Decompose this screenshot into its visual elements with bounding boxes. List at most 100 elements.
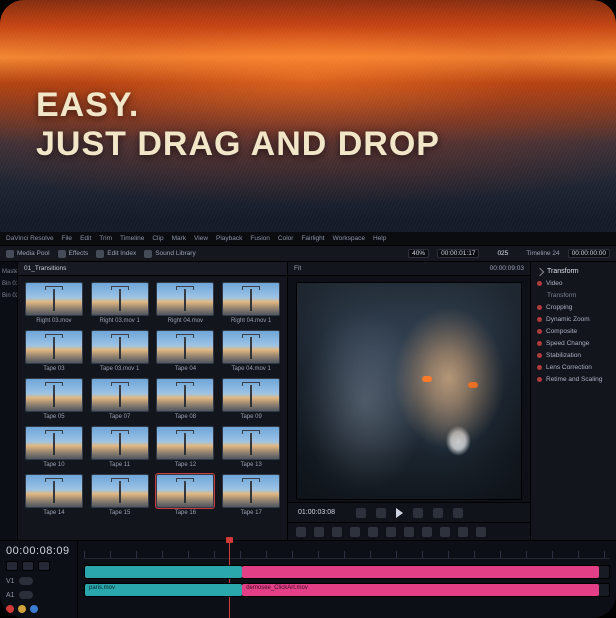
bin-master[interactable]: Master <box>0 266 17 278</box>
inspector-item-stabilize[interactable]: Stabilization <box>537 352 610 359</box>
media-thumbnail[interactable]: Tape 04 <box>156 330 216 372</box>
inspector-item-video[interactable]: Video <box>537 280 610 287</box>
media-thumbnail[interactable]: Right 03.mov <box>24 282 84 324</box>
edit-index-toggle[interactable]: Edit Index <box>96 250 136 258</box>
menu-edit[interactable]: Edit <box>80 235 91 242</box>
effects-toggle[interactable]: Effects <box>58 250 89 258</box>
media-thumbnail[interactable]: Right 04.mov 1 <box>221 282 281 324</box>
clip-video-b[interactable] <box>242 566 598 578</box>
thumbnail-label: Tape 04.mov 1 <box>231 366 270 372</box>
inspector-item-lens[interactable]: Lens Correction <box>537 364 610 371</box>
snap-tool-icon[interactable] <box>458 527 468 537</box>
video-track-1[interactable] <box>84 565 610 579</box>
media-thumbnail[interactable]: Tape 07 <box>90 378 150 420</box>
insert-tool-icon[interactable] <box>350 527 360 537</box>
timeline-name-dropdown[interactable]: Timeline 24 <box>526 250 559 257</box>
timeline-tracks-area[interactable]: paris.mov demosee_ClickArt.mov <box>78 541 616 618</box>
media-thumbnail[interactable]: Tape 15 <box>90 474 150 516</box>
step-back-button[interactable] <box>376 508 386 518</box>
media-thumbnail[interactable]: Tape 09 <box>221 378 281 420</box>
promo-card: EASY. JUST DRAG AND DROP DaVinci Resolve… <box>0 0 616 618</box>
sound-library-toggle[interactable]: Sound Library <box>144 250 195 258</box>
inspector-item-composite[interactable]: Composite <box>537 328 610 335</box>
thumbnail-label: Tape 04 <box>175 366 196 372</box>
track-a1-label[interactable]: A1 <box>6 592 15 599</box>
solo-dot-icon[interactable] <box>18 605 26 613</box>
zoom-percentage[interactable]: 40% <box>408 249 429 258</box>
menu-app[interactable]: DaVinci Resolve <box>6 235 54 242</box>
select-dot-icon[interactable] <box>30 605 38 613</box>
track-mute-toggle[interactable] <box>19 591 33 599</box>
menu-file[interactable]: File <box>62 235 72 242</box>
media-thumbnail[interactable]: Tape 05 <box>24 378 84 420</box>
keyframe-dot-icon <box>537 365 542 370</box>
menu-workspace[interactable]: Workspace <box>333 235 365 242</box>
trim-tool-icon[interactable] <box>314 527 324 537</box>
media-pool-toggle[interactable]: Media Pool <box>6 250 50 258</box>
play-button[interactable] <box>396 508 403 518</box>
media-thumbnail[interactable]: Tape 16 <box>156 474 216 516</box>
inspector-item-retime[interactable]: Retime and Scaling <box>537 376 610 383</box>
thumbnail-label: Tape 09 <box>240 414 261 420</box>
menu-mark[interactable]: Mark <box>172 235 186 242</box>
viewer-fit-label[interactable]: Fit <box>294 265 301 272</box>
menu-timeline[interactable]: Timeline <box>120 235 144 242</box>
clip-audio-b[interactable]: demosee_ClickArt.mov <box>242 584 598 596</box>
menu-fusion[interactable]: Fusion <box>250 235 270 242</box>
track-enable-toggle[interactable] <box>19 577 33 585</box>
track-v1-label[interactable]: V1 <box>6 578 15 585</box>
inspector-item-dynamic-zoom[interactable]: Dynamic Zoom <box>537 316 610 323</box>
media-thumbnail[interactable]: Tape 10 <box>24 426 84 468</box>
menu-fairlight[interactable]: Fairlight <box>301 235 324 242</box>
blade-tool-icon[interactable] <box>332 527 342 537</box>
link-tool-icon[interactable] <box>404 527 414 537</box>
inspector-header[interactable]: Transform <box>537 268 610 275</box>
media-thumbnail[interactable]: Tape 08 <box>156 378 216 420</box>
inspector-item-speed[interactable]: Speed Change <box>537 340 610 347</box>
media-thumbnail[interactable]: Tape 13 <box>221 426 281 468</box>
track-lock-icon[interactable] <box>22 561 34 571</box>
flag-tool-icon[interactable] <box>440 527 450 537</box>
thumbnail-label: Tape 08 <box>175 414 196 420</box>
keyframe-dot-icon <box>537 281 542 286</box>
media-thumbnail[interactable]: Tape 03.mov 1 <box>90 330 150 372</box>
replace-tool-icon[interactable] <box>386 527 396 537</box>
zoom-tool-icon[interactable] <box>476 527 486 537</box>
step-fwd-button[interactable] <box>413 508 423 518</box>
pointer-tool-icon[interactable] <box>296 527 306 537</box>
timeline-ruler[interactable] <box>84 551 610 559</box>
menu-help[interactable]: Help <box>373 235 386 242</box>
program-monitor[interactable] <box>296 282 522 500</box>
media-thumbnail[interactable]: Tape 14 <box>24 474 84 516</box>
media-thumbnail[interactable]: Tape 04.mov 1 <box>221 330 281 372</box>
menu-playback[interactable]: Playback <box>216 235 242 242</box>
media-thumbnail[interactable]: Tape 12 <box>156 426 216 468</box>
menu-view[interactable]: View <box>194 235 208 242</box>
bin-2[interactable]: Bin 02 <box>0 290 17 302</box>
media-thumbnail[interactable]: Tape 11 <box>90 426 150 468</box>
keyframe-dot-icon <box>537 341 542 346</box>
media-thumbnail[interactable]: Right 04.mov <box>156 282 216 324</box>
media-thumbnail[interactable]: Right 03.mov 1 <box>90 282 150 324</box>
menu-color[interactable]: Color <box>278 235 294 242</box>
inspector-item-transform[interactable]: Transform <box>547 292 610 299</box>
inspector-item-cropping[interactable]: Cropping <box>537 304 610 311</box>
overwrite-tool-icon[interactable] <box>368 527 378 537</box>
go-start-button[interactable] <box>356 508 366 518</box>
menu-clip[interactable]: Clip <box>152 235 163 242</box>
clip-video-a[interactable] <box>85 566 242 578</box>
loop-button[interactable] <box>453 508 463 518</box>
track-auto-icon[interactable] <box>38 561 50 571</box>
media-thumbnail[interactable]: Tape 03 <box>24 330 84 372</box>
audio-track-1[interactable]: paris.mov demosee_ClickArt.mov <box>84 583 610 597</box>
thumbnail-grid: Right 03.movRight 03.mov 1Right 04.movRi… <box>18 276 287 540</box>
go-end-button[interactable] <box>433 508 443 518</box>
record-dot-icon[interactable] <box>6 605 14 613</box>
track-v1-header[interactable] <box>6 561 18 571</box>
media-thumbnail[interactable]: Tape 17 <box>221 474 281 516</box>
menu-trim[interactable]: Trim <box>99 235 112 242</box>
clip-audio-a[interactable]: paris.mov <box>85 584 242 596</box>
bin-1[interactable]: Bin 01 <box>0 278 17 290</box>
marker-tool-icon[interactable] <box>422 527 432 537</box>
playhead[interactable] <box>229 541 230 618</box>
